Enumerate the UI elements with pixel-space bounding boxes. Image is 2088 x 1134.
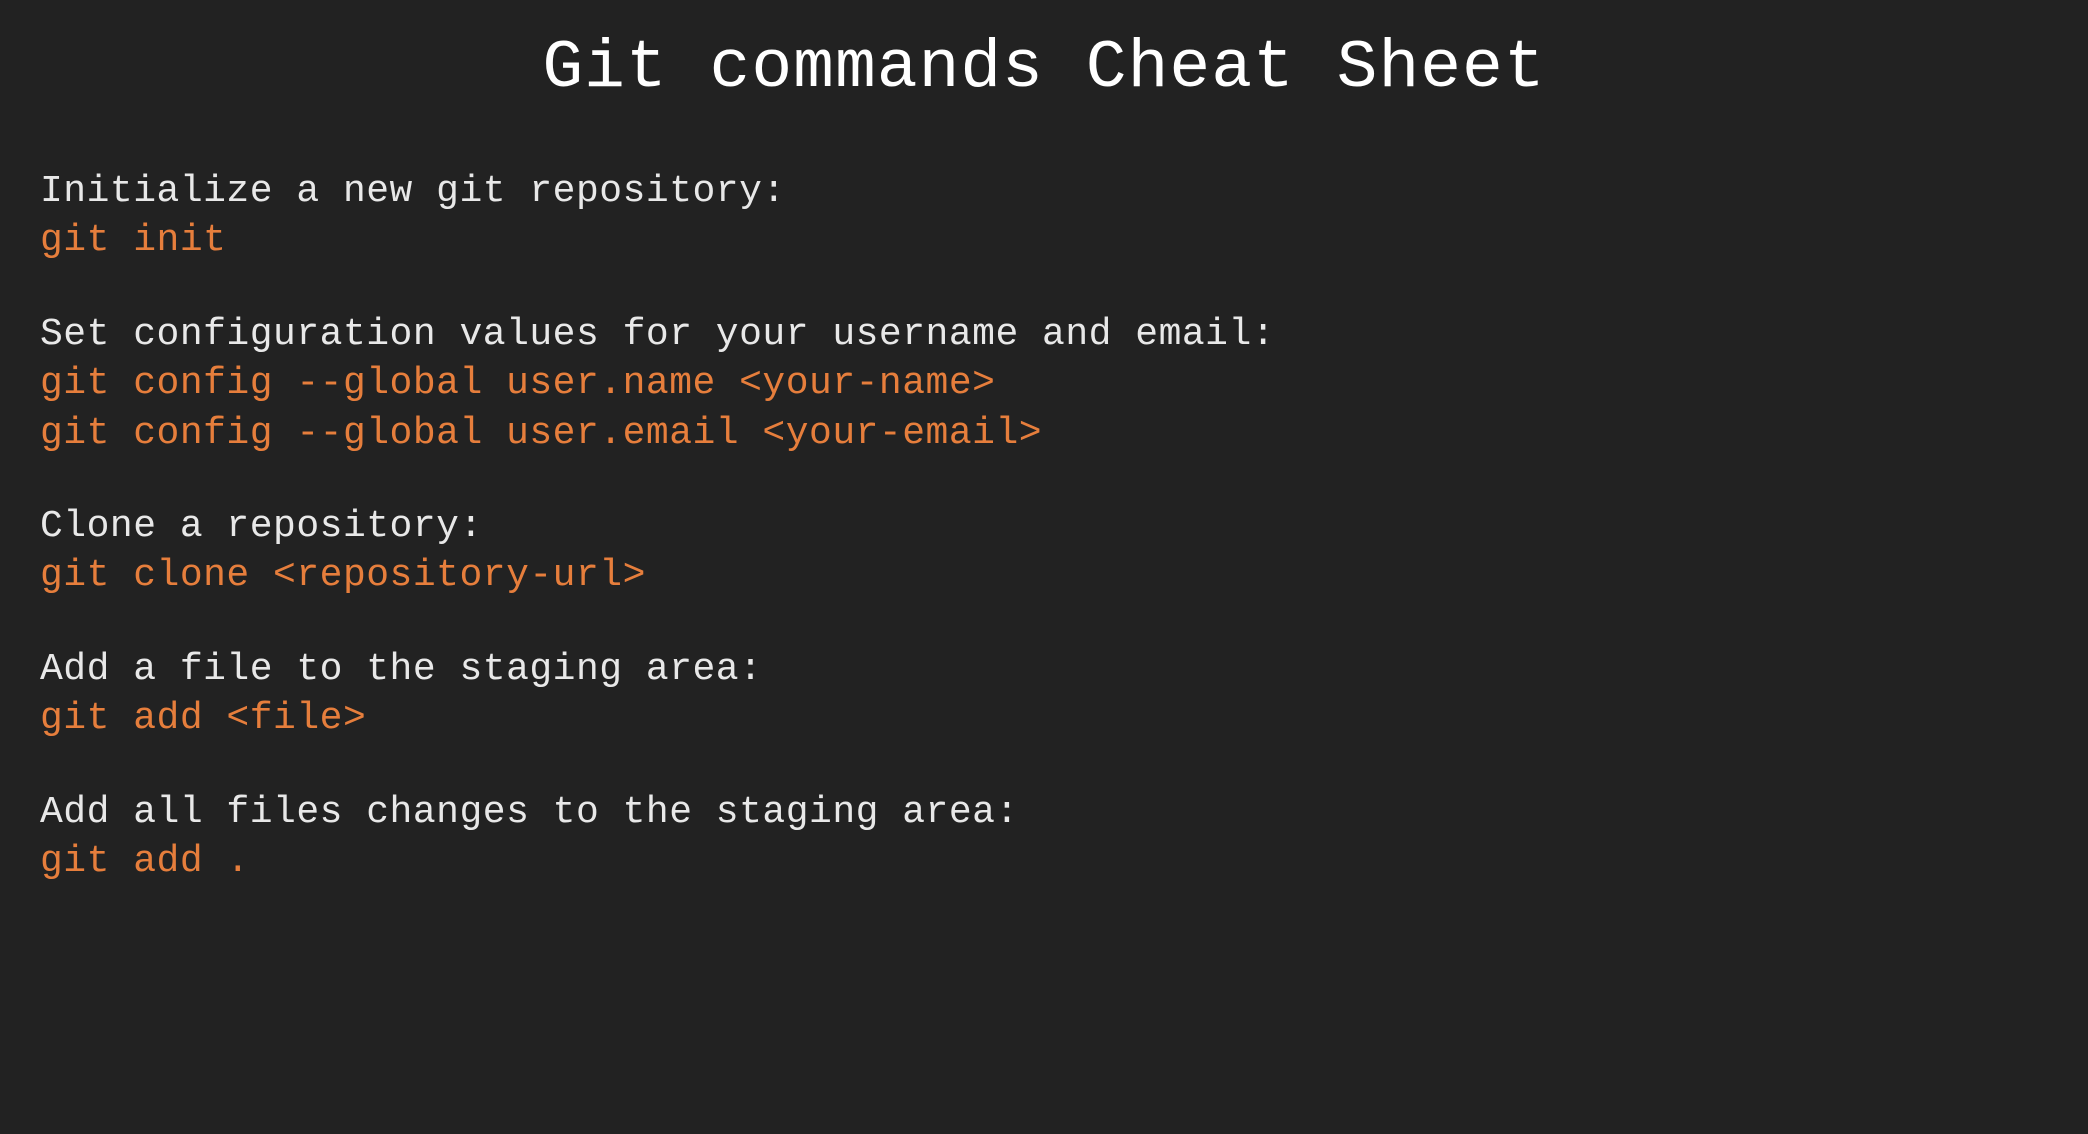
page-title: Git commands Cheat Sheet xyxy=(40,30,2048,107)
git-command: git config --global user.email <your-ema… xyxy=(40,409,2048,458)
cheat-sheet-section: Set configuration values for your userna… xyxy=(40,310,2048,458)
git-command: git clone <repository-url> xyxy=(40,551,2048,600)
cheat-sheet-section: Add a file to the staging area: git add … xyxy=(40,645,2048,744)
git-command: git config --global user.name <your-name… xyxy=(40,359,2048,408)
cheat-sheet-section: Initialize a new git repository: git ini… xyxy=(40,167,2048,266)
command-description: Initialize a new git repository: xyxy=(40,167,2048,216)
cheat-sheet-section: Add all files changes to the staging are… xyxy=(40,788,2048,887)
git-command: git init xyxy=(40,216,2048,265)
command-description: Add all files changes to the staging are… xyxy=(40,788,2048,837)
command-description: Clone a repository: xyxy=(40,502,2048,551)
command-description: Set configuration values for your userna… xyxy=(40,310,2048,359)
cheat-sheet-section: Clone a repository: git clone <repositor… xyxy=(40,502,2048,601)
git-command: git add . xyxy=(40,837,2048,886)
command-description: Add a file to the staging area: xyxy=(40,645,2048,694)
git-command: git add <file> xyxy=(40,694,2048,743)
